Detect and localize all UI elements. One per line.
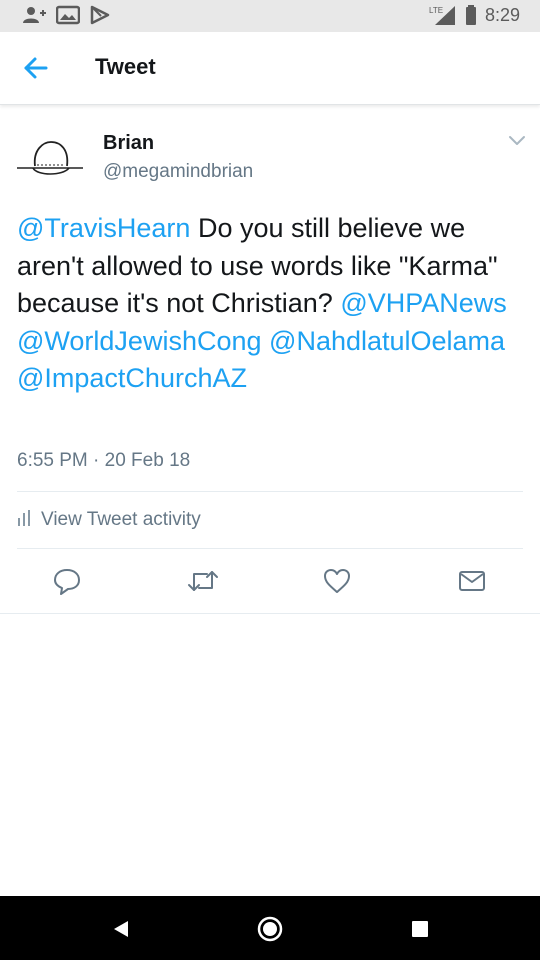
home-circle-icon [255, 916, 285, 948]
notification-icons [22, 5, 110, 25]
nav-recents-button[interactable] [405, 914, 435, 944]
svg-text:LTE: LTE [429, 6, 443, 15]
nav-back-button[interactable] [105, 914, 135, 944]
like-icon [322, 569, 352, 600]
mention-link[interactable]: @WorldJewishCong [17, 326, 262, 356]
author-name[interactable]: Brian [103, 132, 154, 155]
tweet-options-button[interactable] [508, 134, 526, 148]
mention-link[interactable]: @VHPANews [340, 288, 506, 318]
mention-link[interactable]: @ImpactChurchAZ [17, 363, 247, 393]
system-icons: LTE 8:29 [429, 4, 520, 26]
reply-button[interactable] [52, 566, 82, 596]
system-nav-bar [0, 896, 540, 960]
divider [17, 491, 523, 492]
direct-message-button[interactable] [457, 566, 487, 596]
recents-square-icon [405, 921, 435, 948]
tweet-detail: Brian @megamindbrian @TravisHearn Do you… [0, 106, 540, 614]
reply-icon [52, 569, 82, 600]
mention-link[interactable]: @TravisHearn [17, 213, 190, 243]
battery-icon [465, 5, 477, 25]
avatar[interactable] [15, 128, 85, 188]
author-handle[interactable]: @megamindbrian [103, 161, 253, 183]
lte-signal-icon: LTE [429, 4, 457, 26]
mention-link[interactable]: @NahdlatulOelama [269, 326, 505, 356]
back-triangle-icon [105, 921, 135, 948]
chevron-down-icon [508, 135, 526, 152]
nav-home-button[interactable] [255, 914, 285, 944]
back-button[interactable] [18, 52, 54, 84]
retweet-icon [187, 571, 219, 600]
add-person-icon [22, 5, 46, 25]
tweet-text: @TravisHearn Do you still believe we are… [17, 210, 527, 398]
divider [17, 548, 523, 549]
arrow-left-icon [18, 57, 54, 88]
clock: 8:29 [484, 4, 520, 25]
direct-message-icon [457, 571, 487, 600]
tweet-actions [0, 562, 540, 602]
tweet-timestamp: 6:55 PM · 20 Feb 18 [17, 450, 191, 471]
image-icon [56, 5, 80, 25]
status-bar: LTE 8:29 [0, 0, 540, 32]
play-store-icon [90, 5, 110, 25]
page-title: Tweet [95, 54, 156, 79]
avatar-drawing [17, 141, 83, 175]
bar-chart-icon [17, 509, 31, 531]
activity-label: View Tweet activity [41, 509, 201, 530]
like-button[interactable] [322, 566, 352, 596]
app-header: Tweet [0, 32, 540, 105]
retweet-button[interactable] [187, 566, 218, 596]
view-tweet-activity-link[interactable]: View Tweet activity [17, 509, 201, 531]
